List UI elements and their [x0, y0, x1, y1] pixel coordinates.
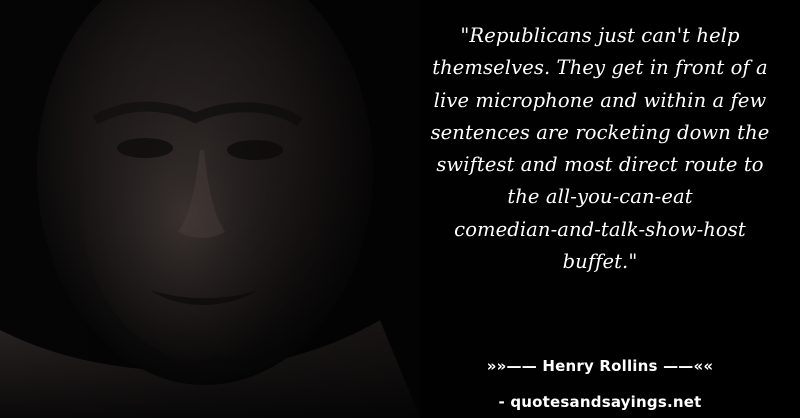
- quote-line: the all-you-can-eat: [507, 185, 693, 209]
- quote-line: comedian-and-talk-show-host: [454, 217, 746, 241]
- quote-author: »»—— Henry Rollins ——««: [486, 357, 714, 375]
- quote-line: live microphone and within a few: [433, 88, 767, 112]
- quote-line: buffet.": [562, 250, 638, 274]
- quote-block: "Republicans just can't help themselves.…: [400, 20, 800, 278]
- source-site: - quotesandsayings.net: [498, 393, 702, 411]
- quote-line: sentences are rocketing down the: [430, 120, 770, 144]
- quote-line: themselves. They get in front of a: [432, 56, 768, 80]
- quote-line: "Republicans just can't help: [460, 24, 740, 47]
- quote-text: "Republicans just can't help themselves.…: [400, 20, 800, 278]
- quote-card: "Republicans just can't help themselves.…: [0, 0, 800, 418]
- quote-line: swiftest and most direct route to: [436, 153, 764, 177]
